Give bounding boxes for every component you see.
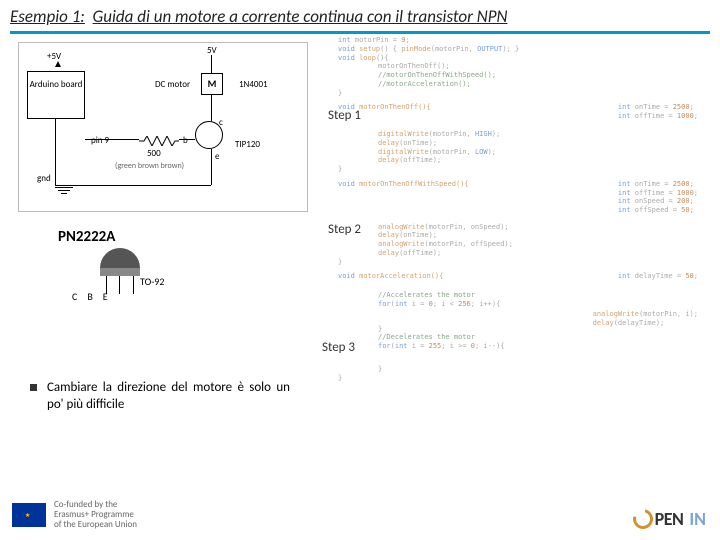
bullet-icon [30, 384, 37, 391]
open-o-icon [629, 505, 656, 532]
transistor-name: PN2222A [58, 228, 298, 246]
bullet-text: Cambiare la direzione del motore è solo … [47, 380, 290, 414]
circuit-diagram: +5V Arduino board pin 9 gnd 500 (green b… [18, 42, 308, 212]
footer-left: Co-funded by the Erasmus+ Programme of t… [12, 500, 137, 530]
tip120-label: TIP120 [235, 139, 260, 150]
slide-title-bar: Esempio 1: Guida di un motore a corrente… [0, 0, 720, 29]
cofund-text: Co-funded by the Erasmus+ Programme of t… [54, 500, 137, 530]
arrow-icon [55, 61, 61, 67]
npn-transistor-icon [195, 121, 223, 149]
resistor-icon [139, 136, 179, 146]
ground-icon [55, 185, 73, 196]
arduino-board-box: Arduino board [27, 71, 85, 119]
title-underline [10, 31, 710, 34]
dc-motor-label: DC motor [155, 79, 190, 90]
package-label: TO-92 [140, 275, 164, 288]
eu-flag-icon [12, 503, 46, 527]
base-label: b [183, 135, 188, 146]
footer-logo: PEN IN [633, 508, 706, 530]
diode-label: 1N4001 [239, 79, 268, 90]
gnd-label: gnd [37, 173, 51, 184]
slide-title: Esempio 1: Guida di un motore a corrente… [10, 6, 710, 27]
resistor-value: 500 [147, 148, 161, 159]
bullet-point: Cambiare la direzione del motore è solo … [30, 380, 290, 414]
pin9-label: pin 9 [91, 135, 109, 146]
motor-symbol: M [201, 73, 223, 95]
pin-labels: C B E [72, 290, 108, 303]
to92-icon [100, 248, 140, 294]
code-listing: Step 1 Step 2 Step 3 int motorPin = 9; v… [328, 36, 708, 388]
resistor-colors: (green brown brown) [115, 161, 184, 171]
transistor-figure: PN2222A [58, 228, 298, 252]
emitter-label: e [215, 151, 219, 162]
